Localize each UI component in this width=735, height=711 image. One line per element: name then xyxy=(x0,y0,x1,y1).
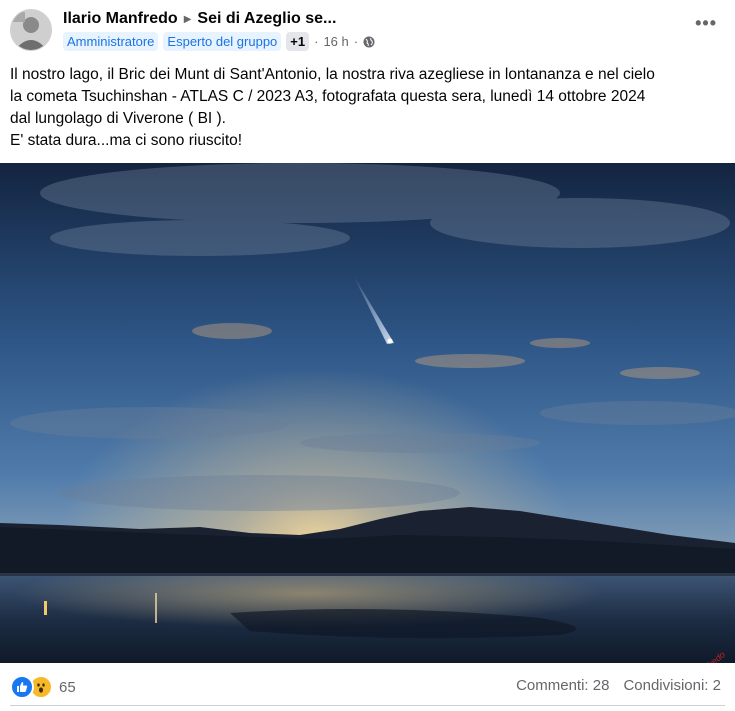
post-line: E' stata dura...ma ci sono riuscito! xyxy=(10,132,243,149)
post-stats: Commenti: 28 Condivisioni: 2 xyxy=(516,677,721,694)
author-name[interactable]: Ilario Manfredo xyxy=(63,10,178,28)
post-photo[interactable]: Ilario Manfredo xyxy=(0,163,735,663)
post-footer: 65 Commenti: 28 Condivisioni: 2 xyxy=(0,664,735,708)
like-icon xyxy=(10,675,34,699)
comet-landscape-image xyxy=(0,163,735,663)
facebook-post: Ilario Manfredo ▶ Sei di Azeglio se... A… xyxy=(0,0,735,711)
group-name[interactable]: Sei di Azeglio se... xyxy=(197,10,336,28)
more-options-button[interactable]: ••• xyxy=(695,14,717,32)
shares-count[interactable]: Condivisioni: 2 xyxy=(623,677,721,694)
post-meta: Amministratore Esperto del gruppo +1 · 1… xyxy=(63,32,375,51)
post-line: la cometa Tsuchinshan - ATLAS C / 2023 A… xyxy=(10,88,646,105)
author-line: Ilario Manfredo ▶ Sei di Azeglio se... xyxy=(63,10,336,28)
meta-separator: · xyxy=(353,34,359,49)
post-time[interactable]: 16 h xyxy=(323,34,348,49)
post-line: Il nostro lago, il Bric dei Munt di Sant… xyxy=(10,66,655,83)
post-header: Ilario Manfredo ▶ Sei di Azeglio se... A… xyxy=(0,0,735,60)
comments-count[interactable]: Commenti: 28 xyxy=(516,677,609,694)
caret-right-icon: ▶ xyxy=(183,13,192,25)
reactions-summary[interactable]: 65 xyxy=(10,675,76,699)
post-text: Il nostro lago, il Bric dei Munt di Sant… xyxy=(10,64,725,152)
avatar-image xyxy=(11,10,51,50)
badge-expert[interactable]: Esperto del gruppo xyxy=(163,32,282,51)
meta-separator: · xyxy=(314,34,319,49)
avatar[interactable] xyxy=(10,9,52,51)
badge-more[interactable]: +1 xyxy=(286,32,310,51)
globe-icon xyxy=(363,36,375,47)
footer-divider xyxy=(10,705,725,706)
reaction-count: 65 xyxy=(59,678,76,696)
post-line: dal lungolago di Viverone ( BI ). xyxy=(10,110,226,127)
badge-admin[interactable]: Amministratore xyxy=(63,32,159,51)
